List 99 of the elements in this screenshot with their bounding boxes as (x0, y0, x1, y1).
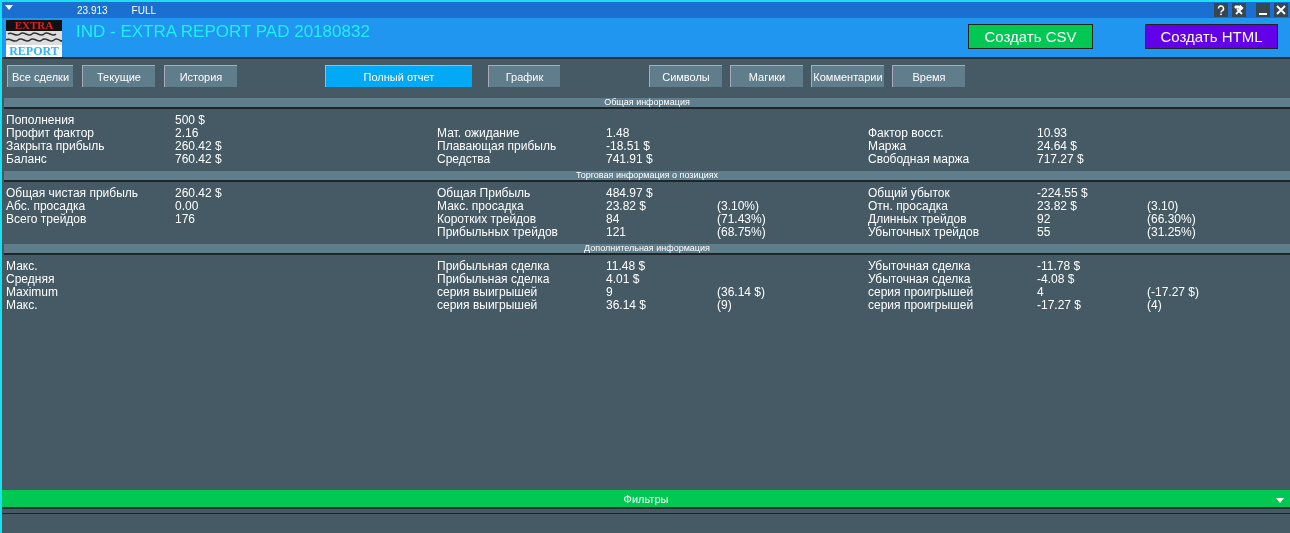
tab[interactable]: График (488, 65, 560, 87)
tab[interactable]: Магики (730, 65, 803, 87)
minimize-icon[interactable] (1256, 3, 1270, 17)
filters-label: Фильтры (623, 492, 669, 505)
section-title: Общая информация (604, 97, 690, 107)
field-label: Maximum (6, 285, 58, 299)
field-label: Свободная маржа (868, 152, 970, 166)
field-label: Общая Прибыль (437, 186, 531, 200)
field-value: 92 (1037, 212, 1051, 226)
field-value: 260.42 $ (175, 186, 222, 200)
field-value: 36.14 $ (606, 298, 647, 312)
field-value: -224.55 $ (1037, 186, 1088, 200)
field-label: Прибыльная сделка (437, 272, 550, 286)
field-value: 9 (606, 285, 613, 299)
field-value: 23.82 $ (606, 199, 647, 213)
mode-text: FULL (131, 4, 157, 16)
field-label: Прибыльных трейдов (437, 225, 558, 239)
field-label: Убыточная сделка (868, 259, 971, 273)
field-value: 717.27 $ (1037, 152, 1084, 166)
field-label: Отн. просадка (868, 199, 948, 213)
tab[interactable]: Комментарии (811, 65, 884, 87)
tools-icon[interactable] (1232, 3, 1246, 17)
field-value: 1.48 (606, 126, 630, 140)
field-value: 4.01 $ (606, 272, 640, 286)
section-title: Дополнительная информация (584, 243, 710, 253)
field-label: Убыточных трейдов (868, 225, 980, 239)
field-label: Профит фактор (6, 126, 95, 140)
field-label: Общий убыток (868, 186, 950, 200)
field-value: 84 (606, 212, 620, 226)
field-label: серия выигрышей (437, 285, 538, 299)
tab[interactable]: История (164, 65, 237, 87)
close-icon[interactable] (1274, 3, 1288, 17)
create-button[interactable]: Создать CSV (968, 24, 1093, 49)
field-value: -17.27 $ (1037, 298, 1082, 312)
field-value: 260.42 $ (175, 139, 222, 153)
tab[interactable]: Все сделки (7, 65, 73, 87)
field-label: Плавающая прибыль (437, 139, 557, 153)
filters-bar[interactable]: Фильтры (2, 490, 1290, 509)
field-label: Маржа (868, 139, 907, 153)
field-label: Средства (437, 152, 491, 166)
section-title: Торговая информация о позициях (575, 170, 719, 180)
field-value: -4.08 $ (1037, 272, 1075, 286)
field-value: -18.51 $ (606, 139, 651, 153)
field-value: -11.78 $ (1037, 259, 1081, 273)
field-value: 4 (1037, 285, 1044, 299)
field-label: серия проигрышей (868, 298, 974, 312)
field-label: серия проигрышей (868, 285, 974, 299)
field-extra: (71.43%) (717, 212, 766, 226)
field-extra: (36.14 $) (717, 285, 766, 299)
field-value: 24.64 $ (1037, 139, 1078, 153)
field-value: 500 $ (175, 113, 206, 127)
version-text: 23.913 (77, 4, 108, 16)
field-label: Общая чистая прибыль (6, 186, 139, 200)
field-label: Закрыта прибыль (6, 139, 105, 153)
field-extra: (68.75%) (717, 225, 766, 239)
field-value: 484.97 $ (606, 186, 653, 200)
field-label: Длинных трейдов (868, 212, 967, 226)
tab[interactable]: Символы (649, 65, 722, 87)
field-label: Коротких трейдов (437, 212, 537, 226)
field-label: Прибыльная сделка (437, 259, 550, 273)
field-label: Фактор восст. (868, 126, 944, 140)
logo-text: REPORT (6, 45, 62, 57)
field-extra: (3.10%) (717, 199, 760, 213)
field-label: Всего трейдов (6, 212, 87, 226)
field-value: 2.16 (175, 126, 199, 140)
field-label: Абс. просадка (6, 199, 86, 213)
logo-pattern-drawing (6, 31, 62, 45)
logo-text: EXTRA (14, 20, 54, 31)
field-label: Макс. (6, 259, 38, 273)
tab[interactable]: Текущие (82, 65, 155, 87)
field-extra: (4) (1147, 298, 1162, 312)
field-value: 760.42 $ (175, 152, 222, 166)
tab[interactable]: Время (892, 65, 965, 87)
field-label: Средняя (6, 272, 55, 286)
field-value: 741.91 $ (606, 152, 653, 166)
field-label: Макс. просадка (437, 199, 524, 213)
tab[interactable]: Полный отчет (325, 65, 472, 87)
field-value: 121 (606, 225, 627, 239)
field-value: 176 (175, 212, 196, 226)
window-title: IND - EXTRA REPORT PAD 20180832 (76, 22, 370, 42)
field-extra: (-17.27 $) (1147, 285, 1200, 299)
field-label: Баланс (6, 152, 47, 166)
field-label: Мат. ожидание (437, 126, 520, 140)
field-value: 11.48 $ (606, 259, 646, 273)
field-value: 10.93 (1037, 126, 1068, 140)
field-label: серия выигрышей (437, 298, 538, 312)
field-value: 23.82 $ (1037, 199, 1078, 213)
field-value: 0.00 (175, 199, 199, 213)
field-label: Пополнения (6, 113, 75, 127)
field-extra: (31.25%) (1147, 225, 1196, 239)
field-extra: (9) (717, 298, 732, 312)
field-label: Убыточная сделка (868, 272, 971, 286)
create-button[interactable]: Создать HTML (1145, 24, 1278, 49)
field-extra: (3.10) (1147, 199, 1179, 213)
field-extra: (66.30%) (1147, 212, 1196, 226)
field-value: 55 (1037, 225, 1051, 239)
help-icon[interactable] (1214, 3, 1228, 17)
dropdown-icon[interactable] (5, 4, 13, 10)
field-label: Макс. (6, 298, 38, 312)
